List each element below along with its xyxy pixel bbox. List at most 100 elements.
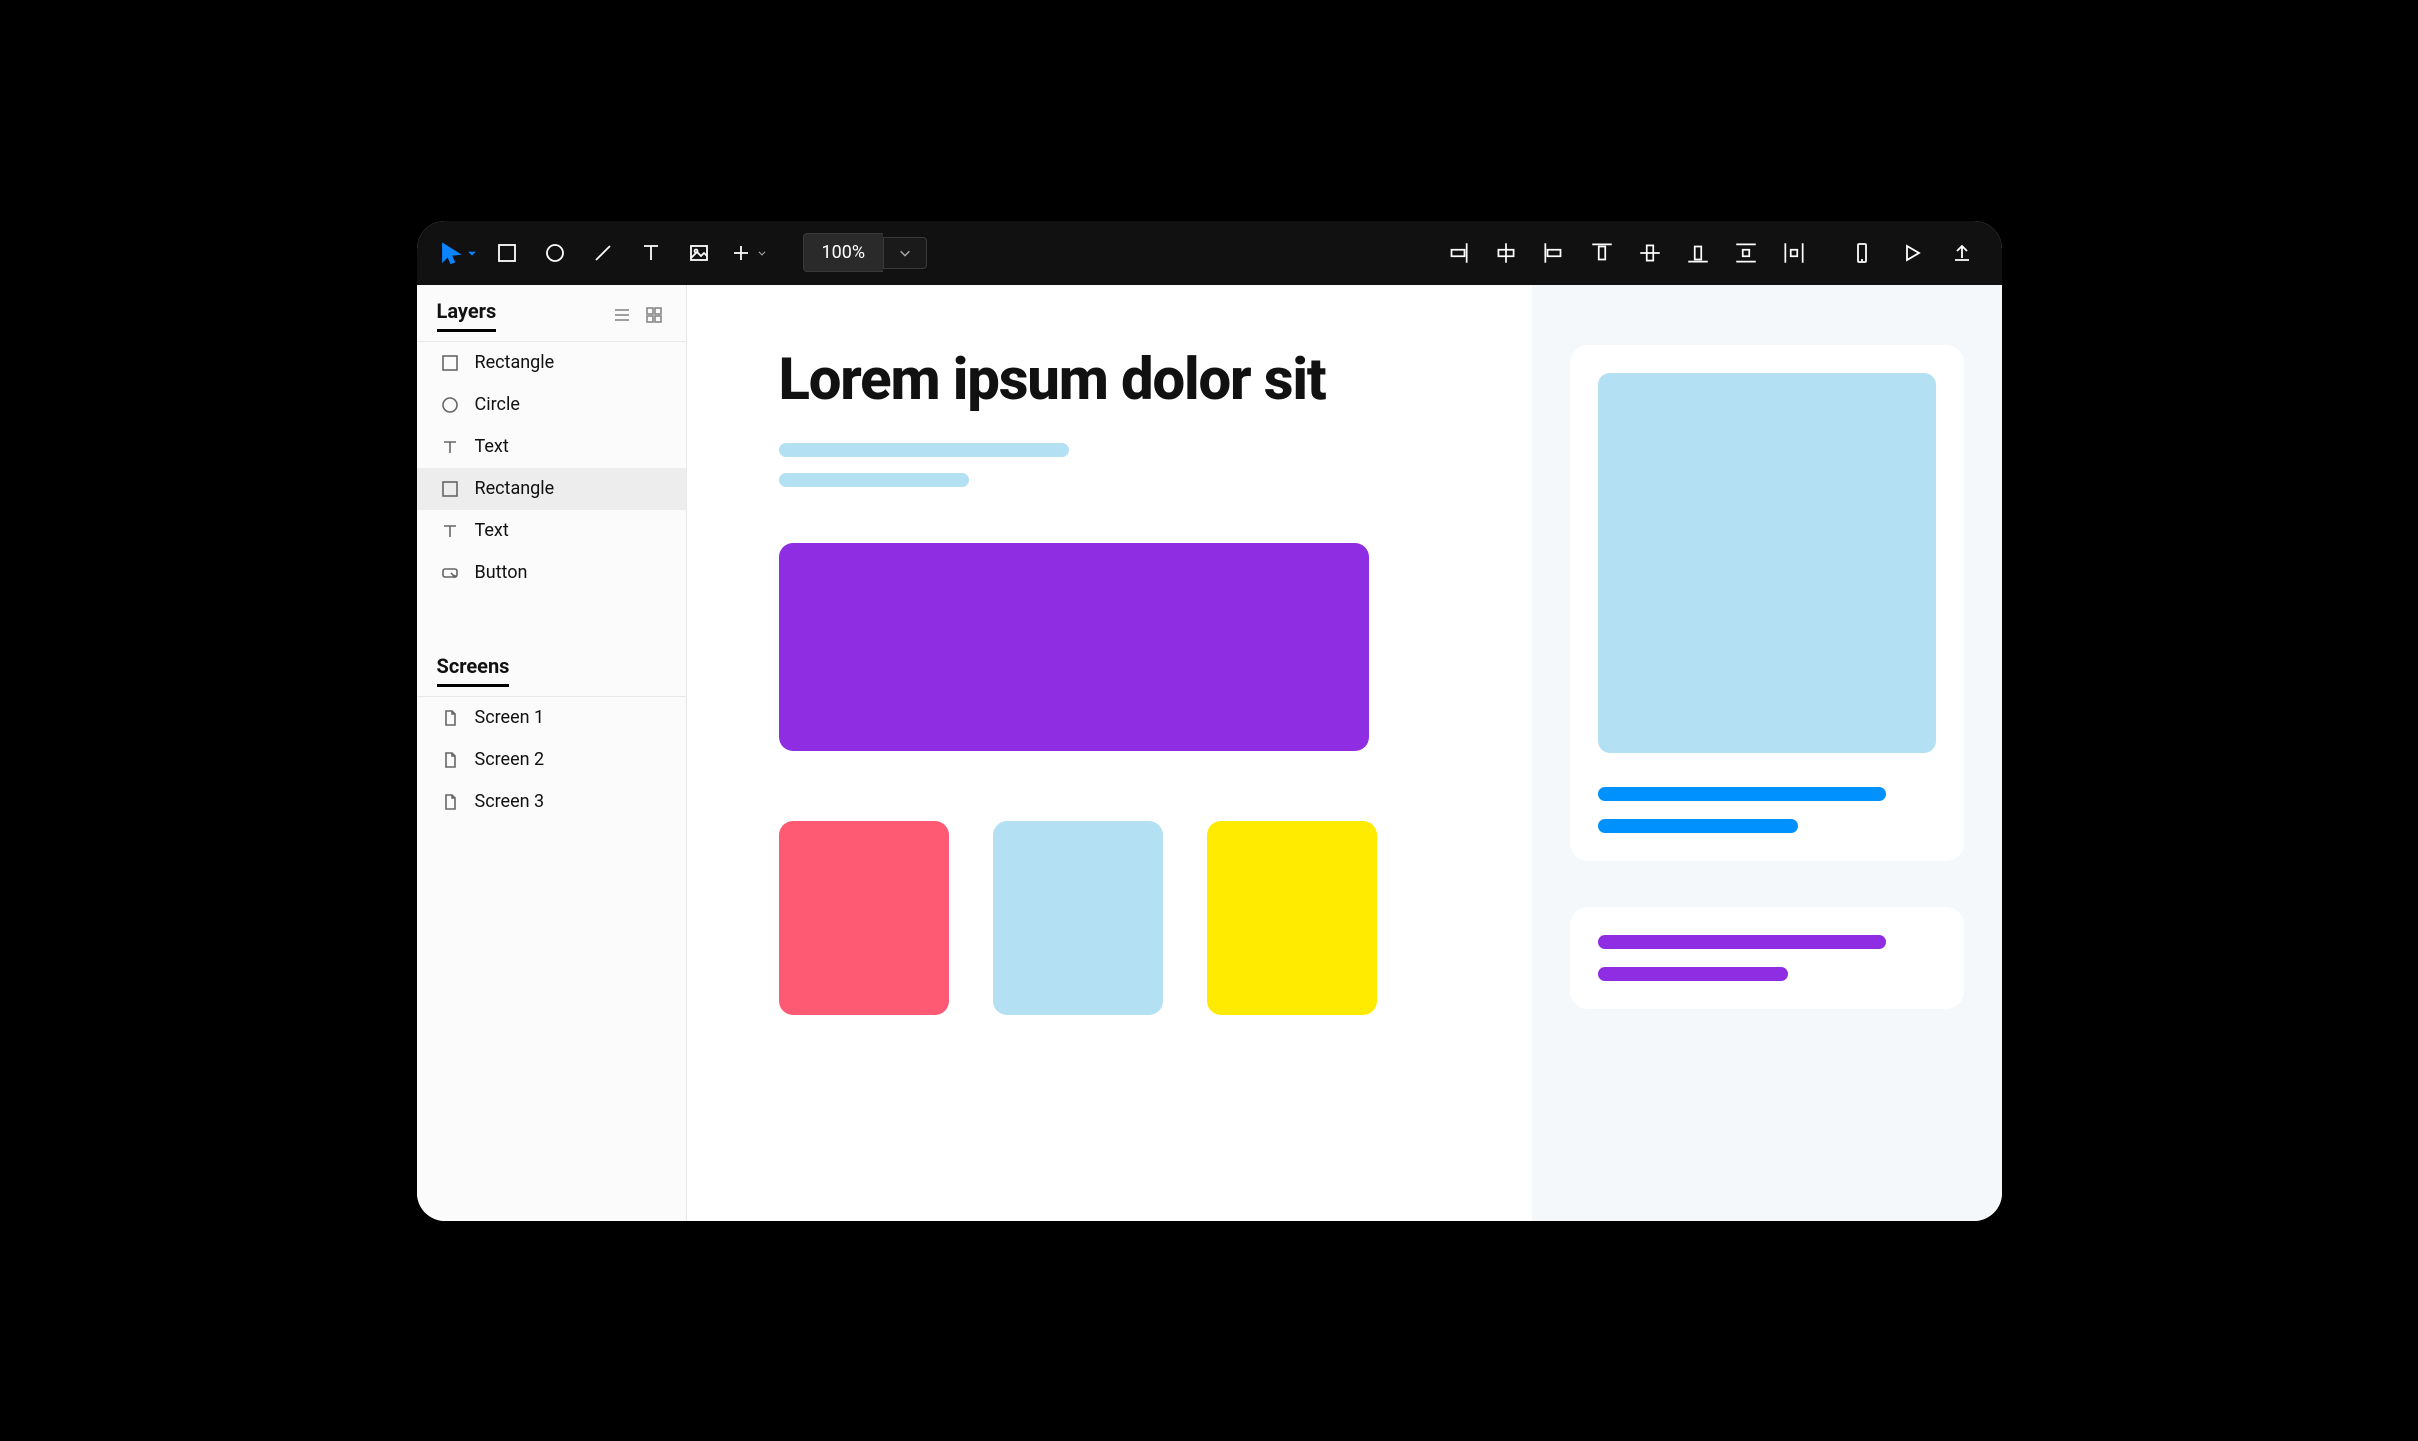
align-vcenter[interactable]: [1628, 231, 1672, 275]
text-icon: [439, 520, 461, 542]
align-right[interactable]: [1436, 231, 1480, 275]
zoom-value[interactable]: 100%: [803, 233, 884, 272]
distribute-v-icon: [1733, 240, 1759, 266]
align-hcenter[interactable]: [1484, 231, 1528, 275]
placeholder-bar: [779, 473, 969, 487]
alignment-tools: [1436, 231, 1816, 275]
headline-text: Lorem ipsum dolor sit: [779, 349, 1452, 412]
media-placeholder: [1598, 373, 1936, 753]
align-top[interactable]: [1580, 231, 1624, 275]
screen-label: Screen 3: [475, 791, 545, 812]
card-shape[interactable]: [993, 821, 1163, 1015]
play-button[interactable]: [1890, 231, 1934, 275]
rectangle-icon: [439, 352, 461, 374]
circle-icon: [543, 241, 567, 265]
page-icon: [439, 707, 461, 729]
align-bottom-icon: [1685, 240, 1711, 266]
right-panel-card: [1570, 907, 1964, 1009]
layer-item[interactable]: Rectangle: [417, 342, 686, 384]
mobile-icon: [1850, 241, 1874, 265]
sidebar: Layers Rectangle Circle Text Rectangle Text B…: [417, 285, 687, 1221]
main-rect-shape[interactable]: [779, 543, 1369, 751]
screen-item[interactable]: Screen 1: [417, 697, 686, 739]
image-icon: [687, 241, 711, 265]
placeholder-bar: [779, 443, 1069, 457]
layer-label: Text: [475, 436, 509, 457]
layer-item[interactable]: Circle: [417, 384, 686, 426]
play-icon: [1900, 241, 1924, 265]
screens-list: Screen 1 Screen 2 Screen 3: [417, 697, 686, 823]
select-tool[interactable]: [435, 231, 481, 275]
layer-item[interactable]: Rectangle: [417, 468, 686, 510]
canvas-area: Lorem ipsum dolor sit: [687, 285, 2002, 1221]
distribute-horizontal[interactable]: [1772, 231, 1816, 275]
ellipse-tool[interactable]: [533, 231, 577, 275]
layer-item[interactable]: Text: [417, 426, 686, 468]
page-icon: [439, 791, 461, 813]
grid-icon: [645, 306, 663, 324]
canvas-main[interactable]: Lorem ipsum dolor sit: [687, 285, 1532, 1221]
align-left[interactable]: [1532, 231, 1576, 275]
placeholder-bar: [1598, 967, 1788, 981]
layer-item[interactable]: Text: [417, 510, 686, 552]
design-app-window: 100%: [417, 221, 2002, 1221]
layers-title: Layers: [437, 299, 497, 332]
upload-icon: [1950, 241, 1974, 265]
top-toolbar: 100%: [417, 221, 2002, 285]
layer-item[interactable]: Button: [417, 552, 686, 594]
zoom-control: 100%: [803, 233, 928, 272]
layers-grid-view[interactable]: [642, 303, 666, 327]
add-tool[interactable]: [725, 231, 771, 275]
layer-label: Rectangle: [475, 478, 555, 499]
text-tool[interactable]: [629, 231, 673, 275]
distribute-vertical[interactable]: [1724, 231, 1768, 275]
placeholder-bar: [1598, 935, 1886, 949]
rectangle-icon: [495, 241, 519, 265]
placeholder-bar: [1598, 819, 1798, 833]
right-panel-card: [1570, 345, 1964, 861]
page-icon: [439, 749, 461, 771]
line-tool[interactable]: [581, 231, 625, 275]
screens-panel-head: Screens: [417, 640, 686, 697]
layer-label: Circle: [475, 394, 520, 415]
chevron-down-icon: [898, 246, 912, 260]
layers-list: Rectangle Circle Text Rectangle Text Button: [417, 342, 686, 594]
align-top-icon: [1589, 240, 1615, 266]
screen-item[interactable]: Screen 2: [417, 739, 686, 781]
card-shape[interactable]: [779, 821, 949, 1015]
layer-label: Text: [475, 520, 509, 541]
plus-icon: [729, 241, 753, 265]
line-icon: [591, 241, 615, 265]
layer-label: Button: [475, 562, 528, 583]
screen-item[interactable]: Screen 3: [417, 781, 686, 823]
layers-list-view[interactable]: [610, 303, 634, 327]
image-tool[interactable]: [677, 231, 721, 275]
upload-button[interactable]: [1940, 231, 1984, 275]
device-preview[interactable]: [1840, 231, 1884, 275]
chevron-down-icon: [467, 248, 477, 258]
rectangle-icon: [439, 478, 461, 500]
screen-label: Screen 2: [475, 749, 545, 770]
card-shape[interactable]: [1207, 821, 1377, 1015]
zoom-dropdown[interactable]: [883, 237, 927, 269]
screen-label: Screen 1: [475, 707, 545, 728]
layers-panel-head: Layers: [417, 285, 686, 342]
distribute-h-icon: [1781, 240, 1807, 266]
text-icon: [439, 436, 461, 458]
align-bottom[interactable]: [1676, 231, 1720, 275]
align-vcenter-icon: [1637, 240, 1663, 266]
canvas-right-column: [1532, 285, 2002, 1221]
cards-row: [779, 821, 1452, 1015]
rectangle-tool[interactable]: [485, 231, 529, 275]
screens-title: Screens: [437, 654, 510, 687]
list-icon: [613, 306, 631, 324]
preview-tools: [1840, 231, 1984, 275]
placeholder-bar: [1598, 787, 1886, 801]
text-icon: [639, 241, 663, 265]
circle-icon: [439, 394, 461, 416]
shape-tools: [435, 231, 771, 275]
chevron-down-icon: [757, 248, 767, 258]
placeholder-lines: [779, 443, 1452, 487]
pointer-icon: [439, 241, 463, 265]
align-right-icon: [1445, 240, 1471, 266]
